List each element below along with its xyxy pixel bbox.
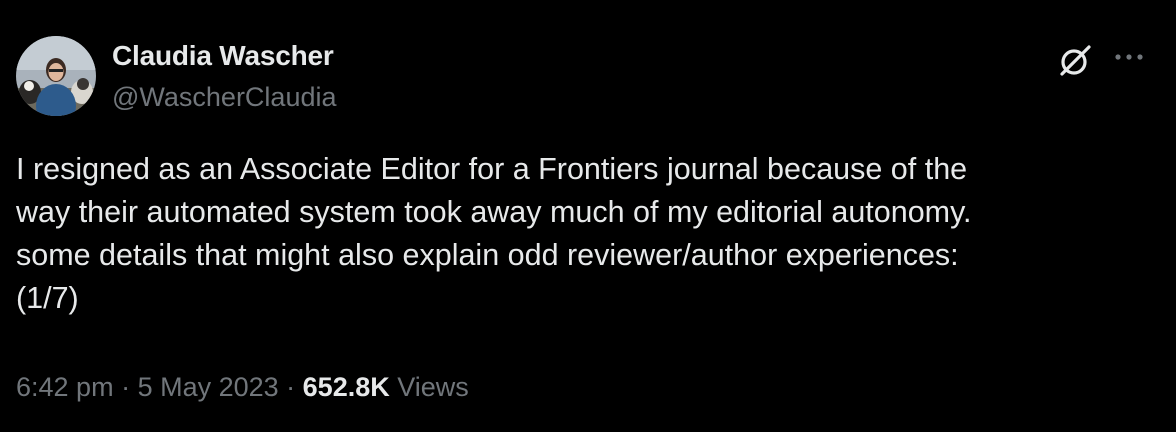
tweet-text: I resigned as an Associate Editor for a … bbox=[16, 152, 972, 315]
views-count[interactable]: 652.8K bbox=[303, 372, 390, 402]
author-handle[interactable]: @WascherClaudia bbox=[112, 82, 337, 113]
meta-separator: · bbox=[278, 372, 303, 402]
tweet-metadata: 6:42 pm · 5 May 2023 · 652.8K Views bbox=[16, 372, 469, 403]
more-options-icon[interactable] bbox=[1112, 44, 1146, 74]
tweet-time[interactable]: 6:42 pm bbox=[16, 372, 114, 402]
tweet-card: Claudia Wascher @WascherClaudia I resign… bbox=[0, 0, 1176, 432]
grok-icon[interactable] bbox=[1056, 42, 1094, 80]
tweet-date[interactable]: 5 May 2023 bbox=[138, 372, 279, 402]
author-name[interactable]: Claudia Wascher bbox=[112, 40, 334, 72]
avatar[interactable] bbox=[16, 36, 96, 116]
views-label: Views bbox=[389, 372, 469, 402]
meta-separator: · bbox=[113, 372, 138, 402]
